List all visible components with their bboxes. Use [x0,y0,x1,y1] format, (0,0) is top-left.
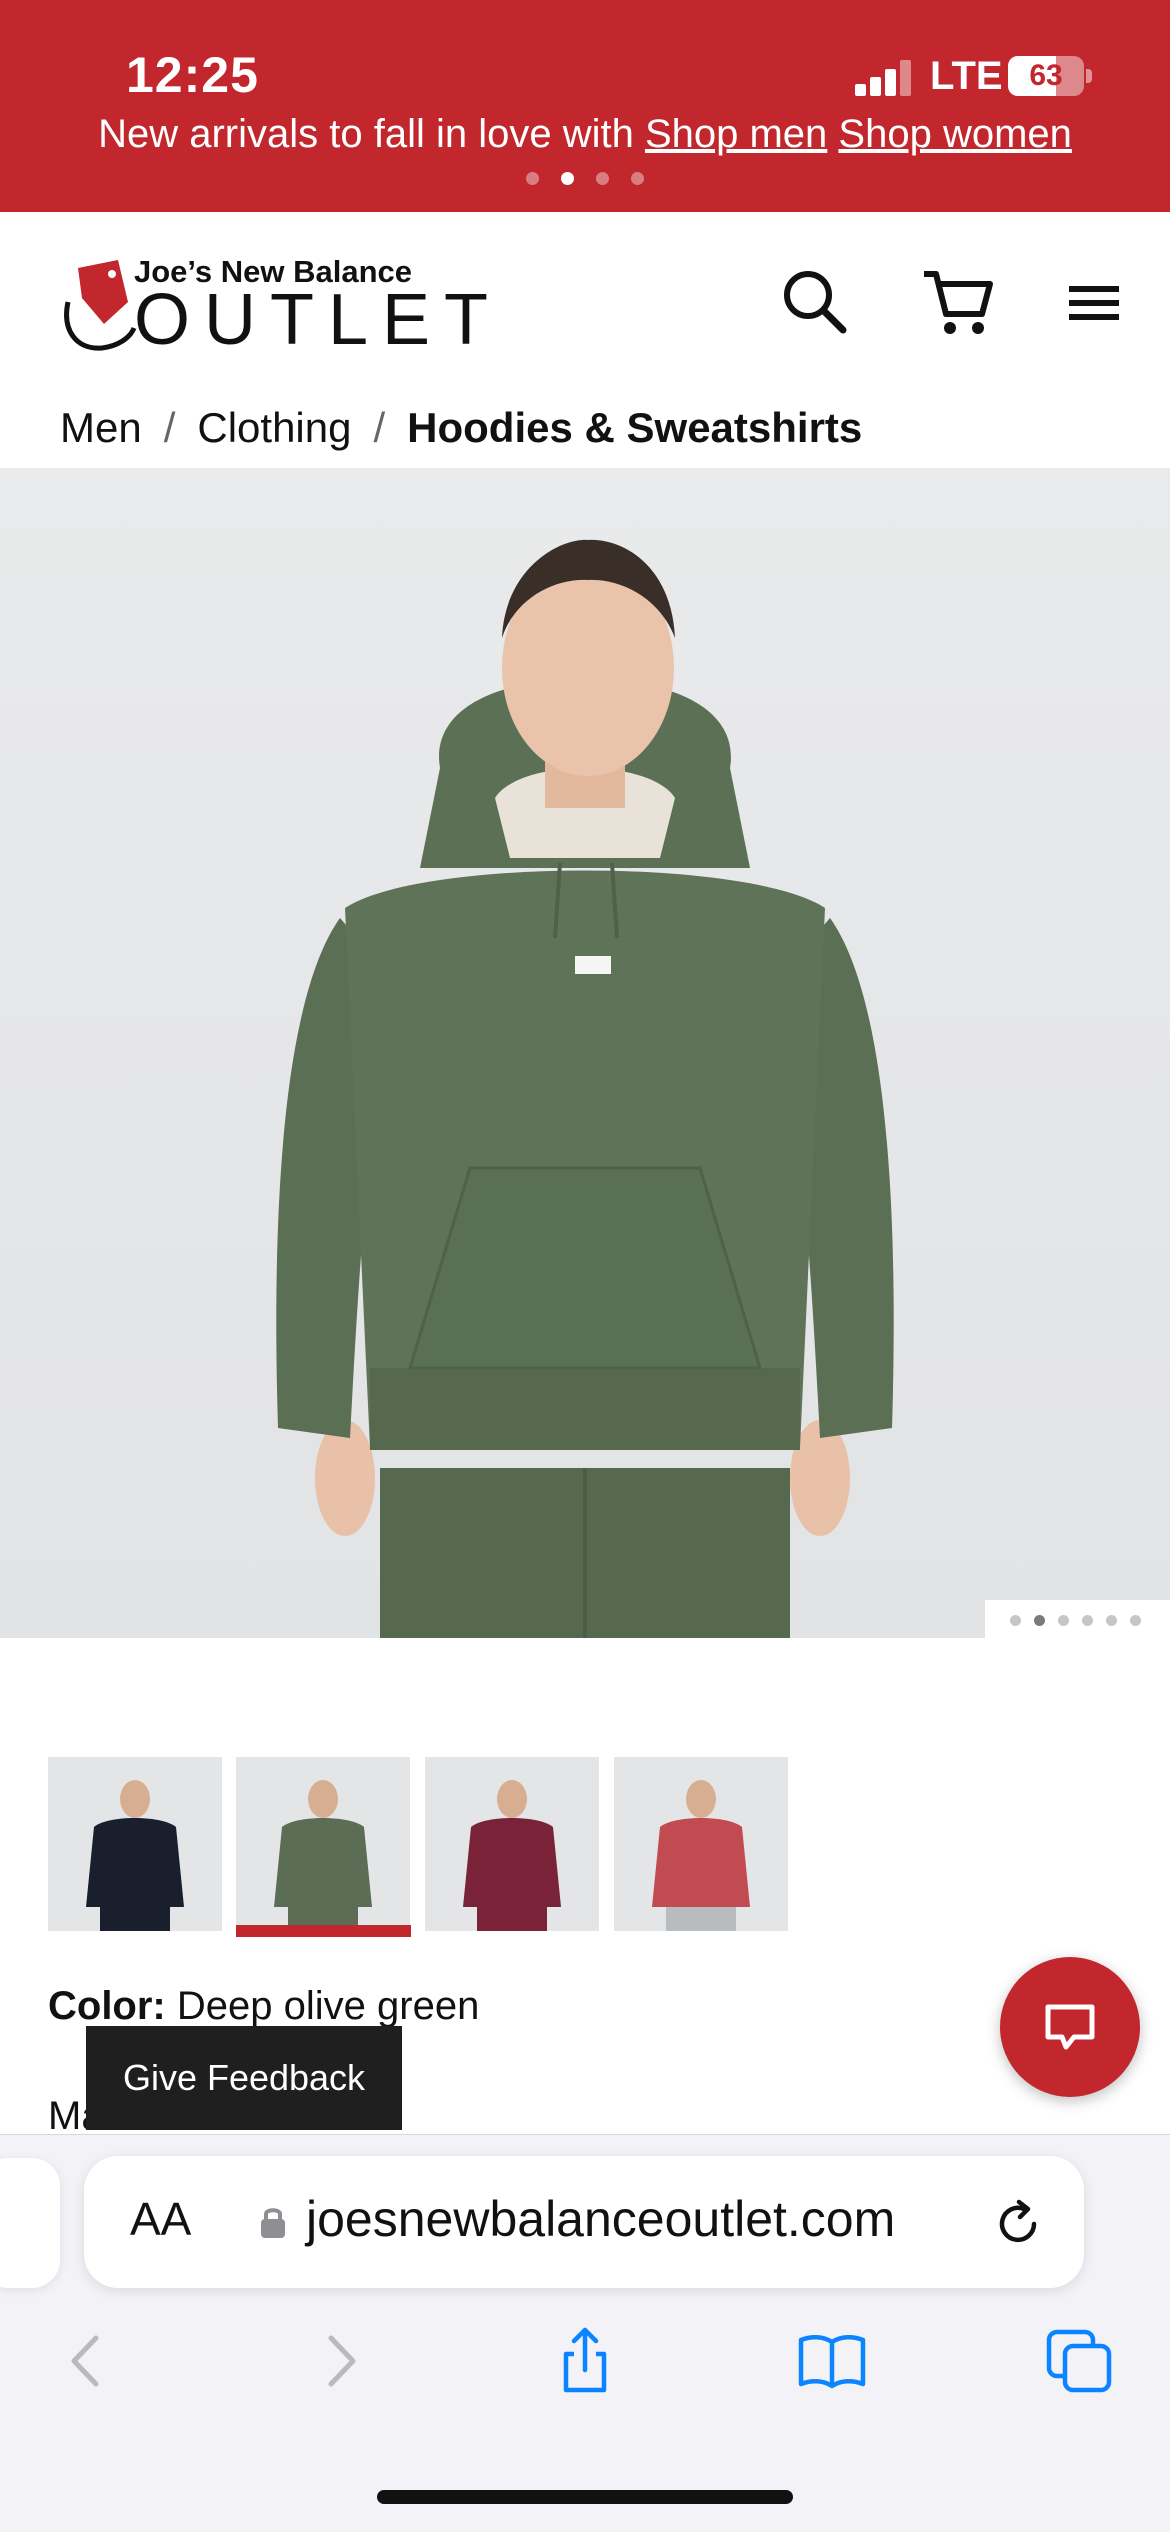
top-banner: 12:25 LTE 63 New arrivals to fall in lov… [0,0,1170,212]
chat-icon [1045,2004,1095,2050]
menu-icon[interactable] [1055,262,1135,342]
forward-icon[interactable] [305,2326,375,2396]
network-label: LTE [930,54,1003,98]
url-text[interactable]: joesnewbalanceoutlet.com [306,2190,895,2248]
image-dot[interactable] [1010,1615,1021,1626]
breadcrumb: Men / Clothing / Hoodies & Sweatshirts [60,404,862,452]
promo-dot[interactable] [561,172,574,185]
promo-dot[interactable] [596,172,609,185]
color-label: Color: [48,1984,166,2028]
chat-button[interactable] [1000,1957,1140,2097]
color-selection: Color: Deep olive green [48,1984,479,2029]
image-dot[interactable] [1130,1615,1141,1626]
share-icon[interactable] [550,2326,620,2396]
promo-pagination[interactable] [0,172,1170,190]
image-dot[interactable] [1106,1615,1117,1626]
site-logo[interactable]: Joe’s New Balance OUTLET [60,254,488,356]
thumbnail-red[interactable] [614,1757,788,1931]
reader-settings-button[interactable]: AA [130,2192,191,2246]
image-pagination[interactable] [985,1600,1170,1638]
promo-dot[interactable] [526,172,539,185]
selected-thumbnail-indicator [236,1925,411,1937]
thumbnail-model [86,1780,184,1931]
tag-logo-icon [64,260,137,351]
breadcrumb-men[interactable]: Men [60,404,142,451]
breadcrumb-clothing[interactable]: Clothing [197,404,351,451]
product-image[interactable] [0,468,1170,1638]
breadcrumb-separator: / [373,404,386,451]
thumbnail-black[interactable] [48,1757,222,1931]
thumbnail-model [652,1780,750,1931]
give-feedback-button[interactable]: Give Feedback [86,2026,402,2130]
home-indicator [377,2490,793,2504]
promo-banner: New arrivals to fall in love with Shop m… [0,112,1170,157]
image-dot[interactable] [1058,1615,1069,1626]
previous-tab-peek[interactable] [0,2158,60,2288]
model-hoodie-illustration [276,539,894,1638]
bookmarks-icon[interactable] [797,2326,867,2396]
image-dot[interactable] [1082,1615,1093,1626]
color-value: Deep olive green [176,1984,480,2028]
logo-main-text: OUTLET [134,280,503,360]
promo-dot[interactable] [631,172,644,185]
reload-icon[interactable] [990,2196,1046,2252]
breadcrumb-current: Hoodies & Sweatshirts [407,404,863,451]
thumbnail-model [463,1780,561,1931]
promo-text: New arrivals to fall in love with [98,112,634,156]
back-icon[interactable] [52,2326,122,2396]
shop-women-link[interactable]: Shop women [838,112,1071,156]
thumbnail-burgundy[interactable] [425,1757,599,1931]
breadcrumb-separator: / [163,404,176,451]
signal-icon [855,60,913,96]
cart-icon[interactable] [918,262,998,342]
image-dot[interactable] [1034,1615,1045,1626]
thumbnail-model [274,1780,372,1931]
battery-tip [1086,69,1092,83]
thumbnail-deep-olive-green[interactable] [236,1757,410,1931]
search-icon[interactable] [775,262,855,342]
lock-icon [261,2208,285,2238]
battery-icon: 63 [1008,56,1084,96]
battery-level: 63 [1029,59,1063,92]
status-time: 12:25 [126,47,259,103]
tabs-icon[interactable] [1045,2326,1115,2396]
shop-men-link[interactable]: Shop men [645,112,827,156]
